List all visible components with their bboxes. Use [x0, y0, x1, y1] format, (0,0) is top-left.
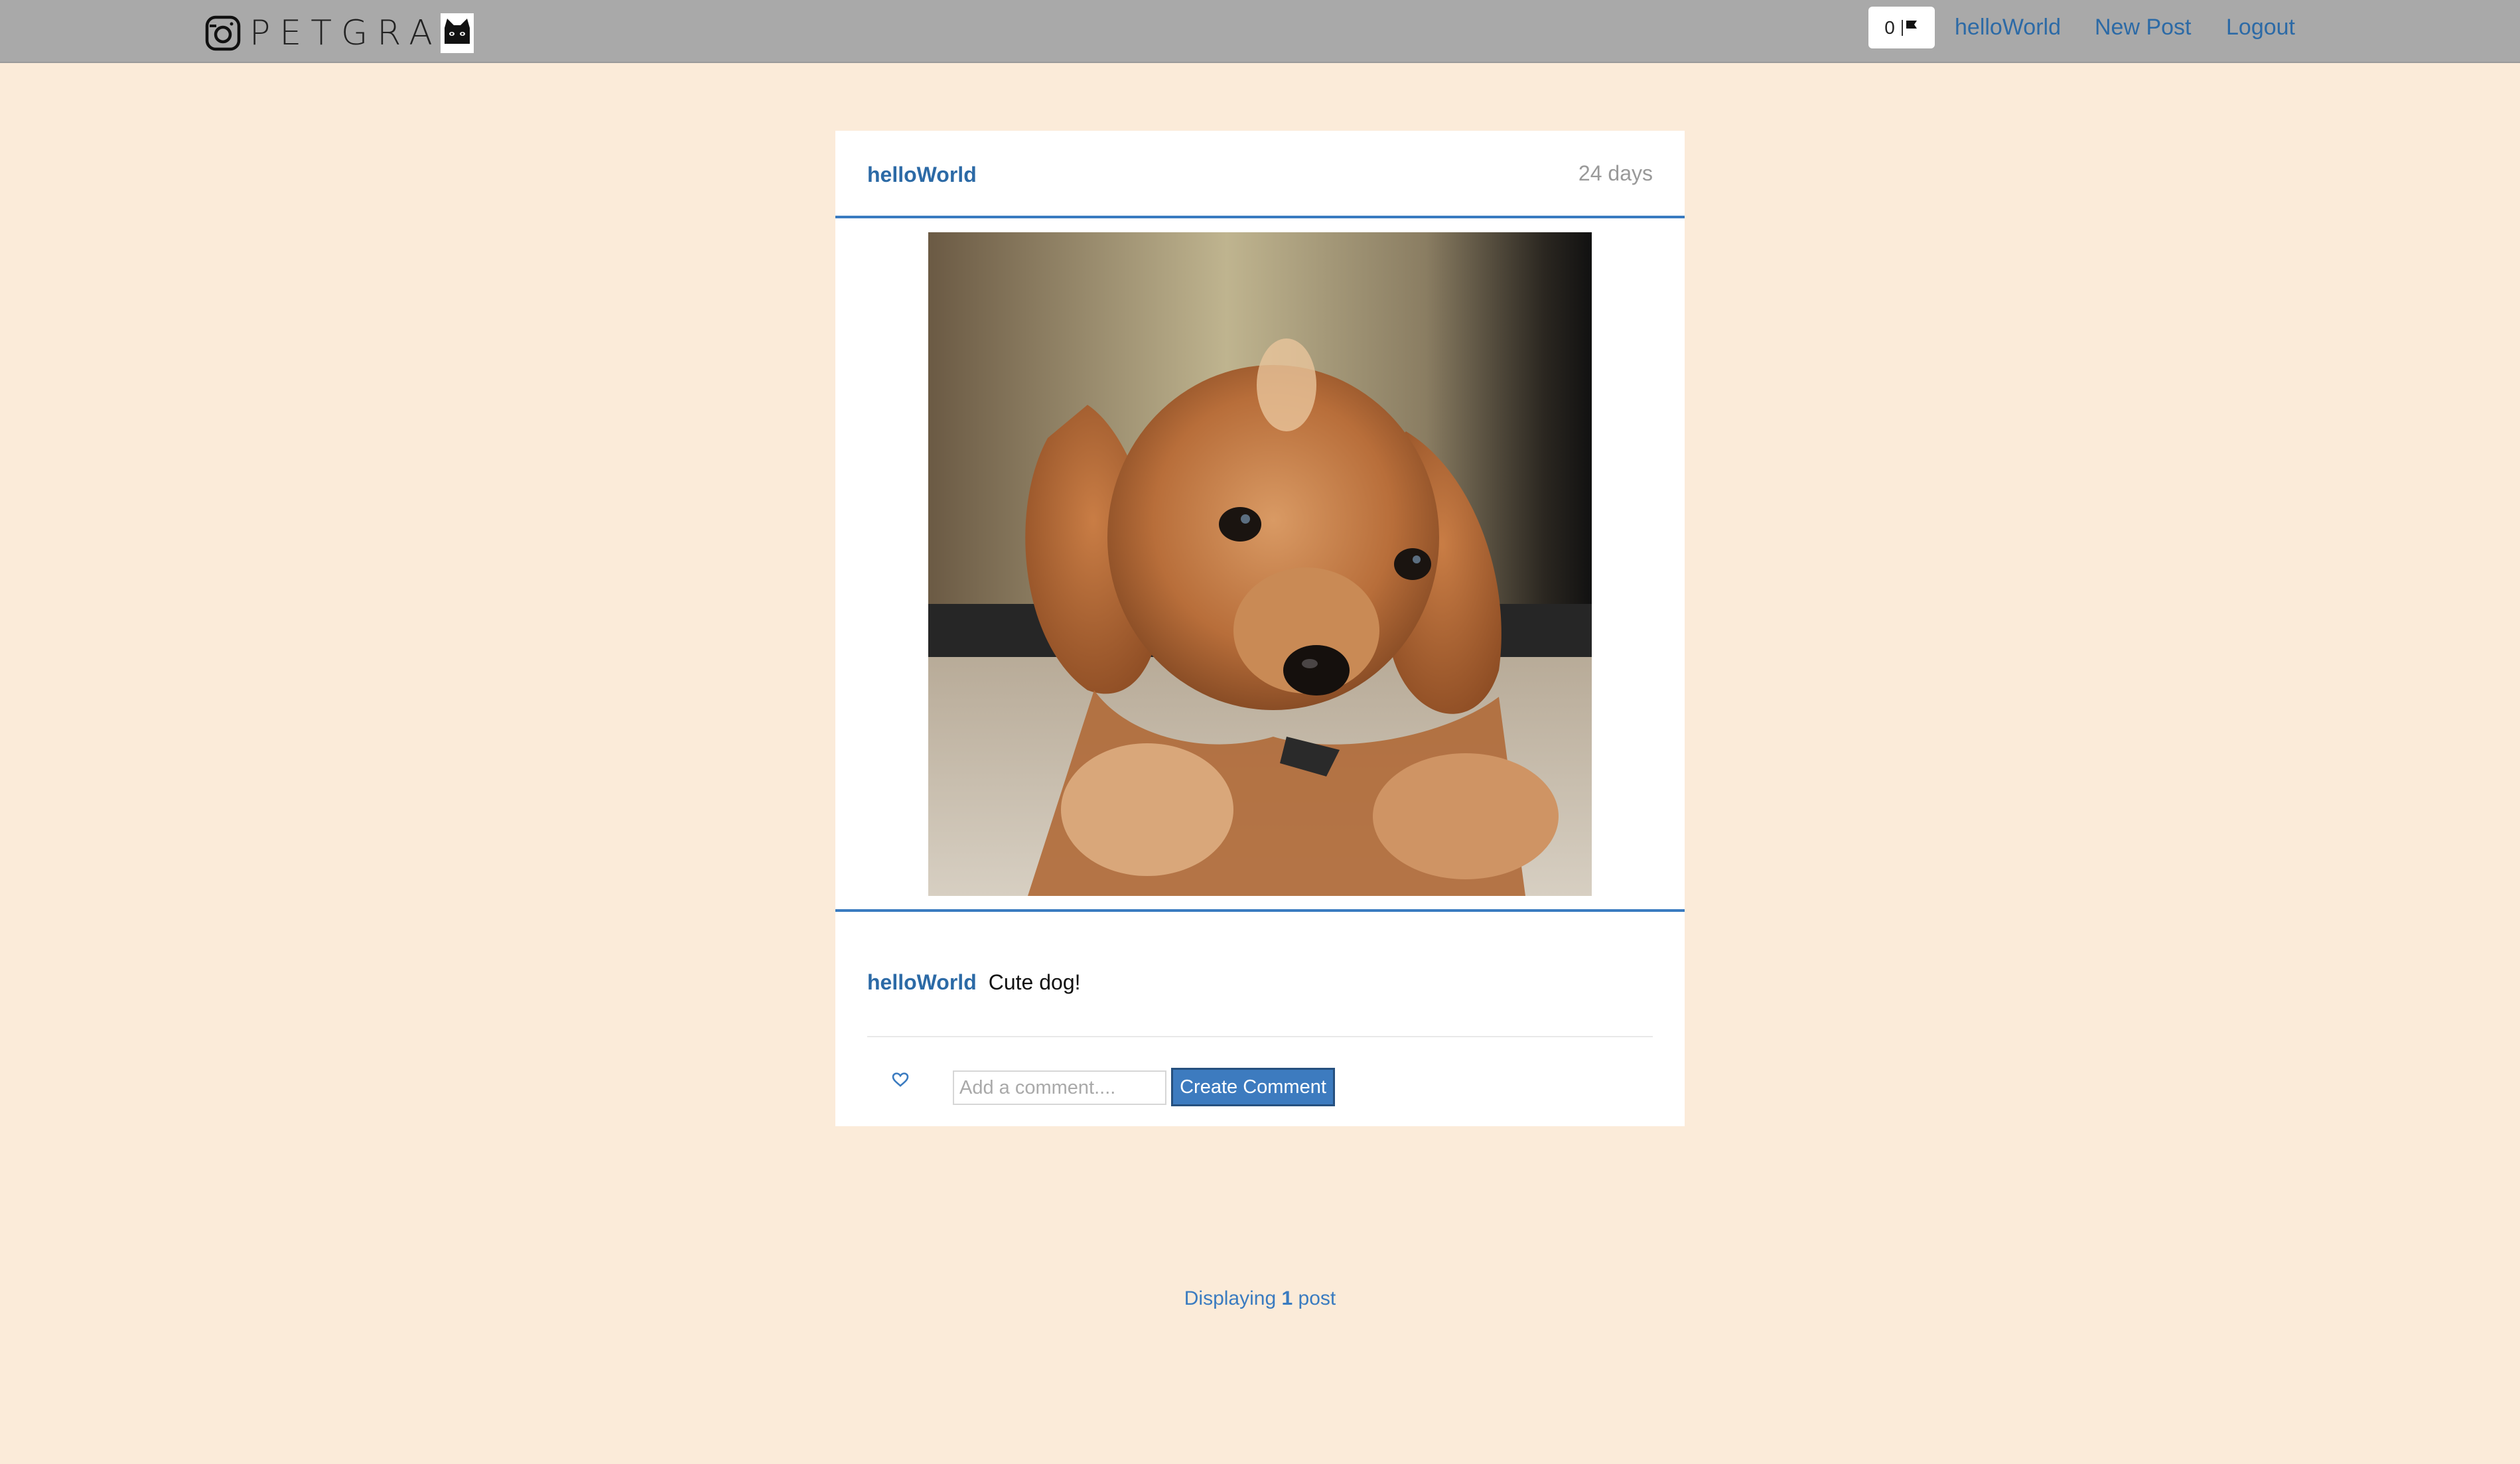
post-image — [928, 232, 1592, 896]
heart-outline-icon — [892, 1072, 909, 1087]
flag-counter-button[interactable]: 0 — [1868, 7, 1935, 48]
flag-count: 0 — [1884, 17, 1895, 38]
comment-item: helloWorld Cute dog! — [867, 970, 1081, 995]
pagination-info: Displaying 1 post — [0, 1287, 2520, 1310]
post-card: helloWorld 24 days helloWorld Cute dog! … — [835, 131, 1685, 1126]
cat-face-icon — [440, 13, 474, 53]
comment-input[interactable] — [953, 1070, 1166, 1105]
flag-icon — [1906, 20, 1917, 29]
image-divider — [835, 909, 1685, 912]
divider — [1901, 19, 1903, 36]
post-author-link[interactable]: helloWorld — [867, 163, 977, 187]
like-button[interactable] — [886, 1065, 915, 1094]
create-comment-button[interactable]: Create Comment — [1171, 1068, 1335, 1106]
nav-logout-link[interactable]: Logout — [2226, 13, 2295, 41]
nav-user-link[interactable]: helloWorld — [1955, 13, 2061, 41]
post-age: 24 days — [1578, 161, 1653, 185]
comment-author-link[interactable]: helloWorld — [867, 970, 977, 995]
brand-logo[interactable]: PETGRA — [204, 13, 474, 53]
comment-divider — [867, 1036, 1653, 1037]
nav-new-post-link[interactable]: New Post — [2095, 13, 2192, 41]
pagination-suffix: post — [1298, 1287, 1336, 1309]
comment-text: Cute dog! — [988, 970, 1081, 994]
brand-name: PETGRA — [249, 13, 442, 53]
top-navbar: PETGRA 0 helloWorld New Post Logout — [0, 0, 2520, 63]
instagram-camera-icon — [205, 15, 241, 51]
pagination-count: 1 — [1281, 1287, 1293, 1309]
pagination-prefix: Displaying — [1184, 1287, 1277, 1309]
post-header: helloWorld 24 days — [835, 131, 1685, 218]
